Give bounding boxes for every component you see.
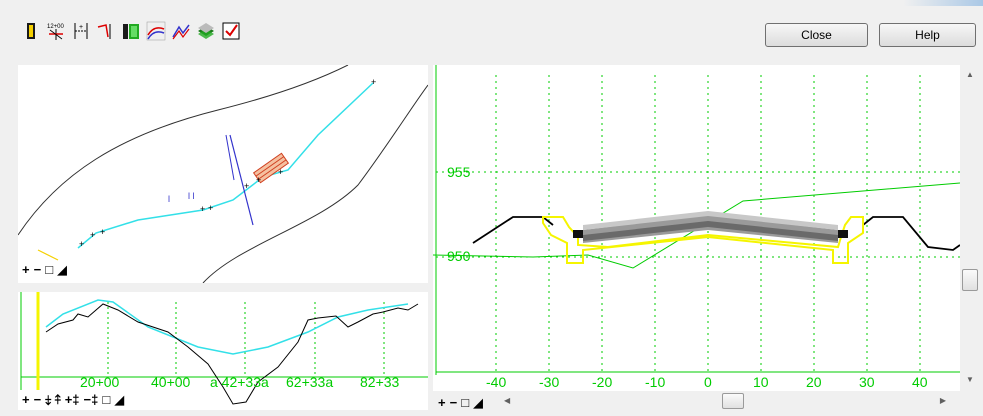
cross-section-canvas: 955 950 -40 -30 -20 -10 0 10 20 30 40 <box>433 65 960 390</box>
svg-text:+: + <box>79 24 83 31</box>
svg-text:+: + <box>79 239 84 249</box>
zoom-out-button[interactable]: − <box>450 396 458 409</box>
cross-section-tools: + − □ ◢ <box>438 396 483 409</box>
horizontal-scroll-thumb[interactable] <box>722 393 744 409</box>
profile-view-tools: + − ⤈ ⤉ +‡ −‡ □ ◢ <box>22 393 124 406</box>
svg-text:+: + <box>244 181 249 191</box>
offset-label: -20 <box>592 374 612 390</box>
offset-label: 0 <box>704 374 712 390</box>
svg-text:+: + <box>371 77 376 87</box>
window-corner-decoration <box>903 0 983 6</box>
help-button[interactable]: Help <box>879 23 976 47</box>
station-label: a 42+33a <box>210 374 269 390</box>
alignment-icon[interactable] <box>20 20 42 42</box>
scroll-down-arrow[interactable]: ▼ <box>966 375 974 384</box>
horizontal-stretch-button[interactable]: +‡ <box>65 393 80 406</box>
offset-icon[interactable]: + <box>70 20 92 42</box>
zoom-out-button[interactable]: − <box>34 393 42 406</box>
profile-icon[interactable] <box>95 20 117 42</box>
svg-text:+: + <box>200 204 205 214</box>
plan-view-tools: + − □ ◢ <box>22 263 67 276</box>
horizontal-shrink-button[interactable]: −‡ <box>84 393 99 406</box>
svg-text:+: + <box>100 227 105 237</box>
horizontal-scrollbar[interactable]: ◀ ▶ <box>500 392 960 410</box>
zoom-out-button[interactable]: − <box>34 263 42 276</box>
offset-label: 20 <box>806 374 822 390</box>
surface-icon[interactable] <box>145 20 167 42</box>
scroll-up-arrow[interactable]: ▲ <box>966 70 974 79</box>
zoom-in-button[interactable]: + <box>22 263 30 276</box>
offset-label: 40 <box>912 374 928 390</box>
layers-icon[interactable] <box>195 20 217 42</box>
cross-section-view[interactable]: 955 950 -40 -30 -20 -10 0 10 20 30 40 <box>433 65 960 391</box>
svg-text:+: + <box>208 203 213 213</box>
station-label: 82+33 <box>360 374 400 390</box>
station-icon[interactable]: 12+00 <box>45 20 67 42</box>
station-label: 20+00 <box>80 374 120 390</box>
vertical-stretch-button[interactable]: ⤈ <box>45 393 51 406</box>
svg-text:+: + <box>256 175 261 185</box>
fit-view-button[interactable]: □ <box>45 263 53 276</box>
vertical-shrink-button[interactable]: ⤉ <box>55 393 61 406</box>
offset-label: -40 <box>486 374 506 390</box>
offset-label: 10 <box>753 374 769 390</box>
template-icon[interactable] <box>120 20 142 42</box>
zoom-in-button[interactable]: + <box>22 393 30 406</box>
pan-button[interactable]: ◢ <box>114 393 124 406</box>
fit-view-button[interactable]: □ <box>461 396 469 409</box>
plan-view-canvas: l l l ++ ++ +++++ <box>18 65 428 283</box>
zoom-in-button[interactable]: + <box>438 396 446 409</box>
svg-text:l: l <box>168 194 170 204</box>
check-icon[interactable] <box>220 20 242 42</box>
vertical-scroll-thumb[interactable] <box>962 269 978 291</box>
scroll-right-arrow[interactable]: ▶ <box>940 396 946 405</box>
offset-label: -10 <box>645 374 665 390</box>
offset-label: -30 <box>539 374 559 390</box>
fit-view-button[interactable]: □ <box>102 393 110 406</box>
close-button[interactable]: Close <box>765 23 868 47</box>
svg-text:+: + <box>90 230 95 240</box>
elevation-label: 955 <box>447 164 471 180</box>
plan-view[interactable]: l l l + + + + + + + + + + − □ ◢ <box>18 65 428 283</box>
vertical-scrollbar[interactable]: ▲ ▼ <box>961 65 979 391</box>
scroll-left-arrow[interactable]: ◀ <box>504 396 510 405</box>
toolbar: 12+00 + <box>20 20 242 46</box>
svg-text:l l: l l <box>188 191 195 201</box>
station-label: 62+33a <box>286 374 333 390</box>
pan-button[interactable]: ◢ <box>473 396 483 409</box>
pan-button[interactable]: ◢ <box>57 263 67 276</box>
profile-view[interactable]: 20+00 40+00 a 42+33a 62+33a 82+33 + − ⤈ … <box>18 292 428 410</box>
station-label: 40+00 <box>151 374 191 390</box>
offset-label: 30 <box>859 374 875 390</box>
superelevation-icon[interactable] <box>170 20 192 42</box>
svg-text:+: + <box>278 167 283 177</box>
